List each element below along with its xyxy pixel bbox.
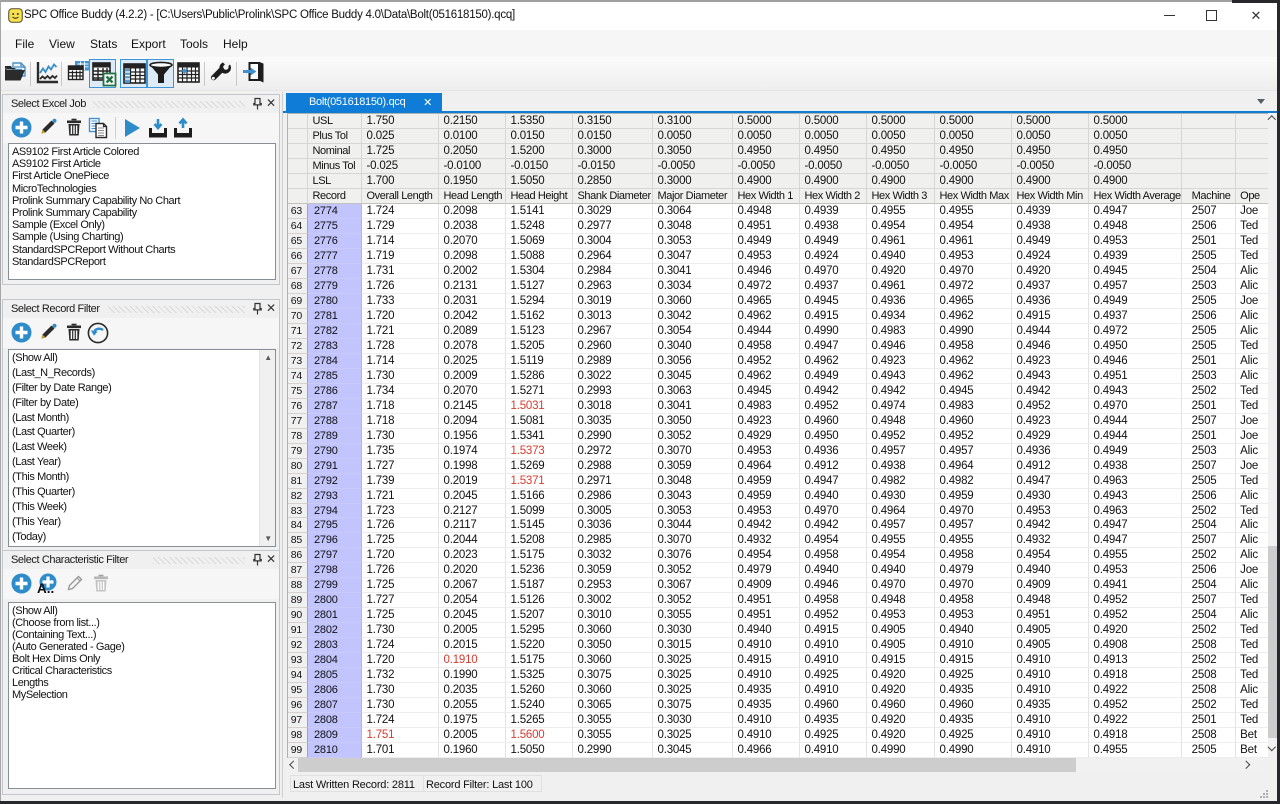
svg-text:A..: A.. (37, 581, 54, 595)
